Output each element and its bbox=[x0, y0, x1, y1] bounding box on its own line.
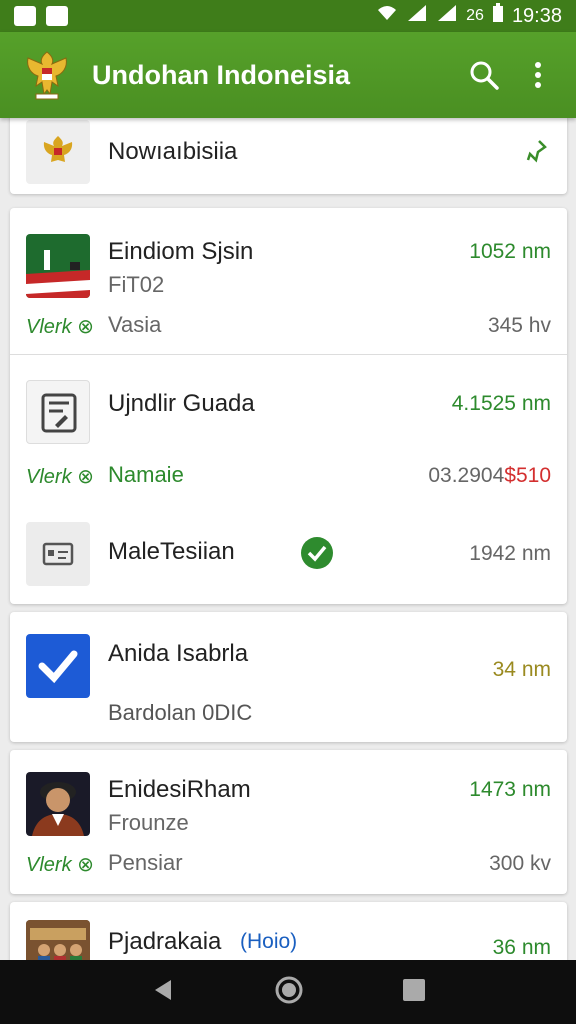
item-title: EnidesiRham bbox=[108, 776, 251, 803]
item-title: Ujndlir Guada bbox=[108, 390, 255, 417]
document-icon bbox=[41, 393, 77, 433]
checkbox-thumbnail[interactable] bbox=[26, 634, 90, 698]
distance-value: 36 nm bbox=[492, 936, 551, 959]
signal-icon-2 bbox=[436, 4, 458, 28]
recents-button[interactable] bbox=[401, 977, 427, 1008]
group-photo-thumbnail bbox=[26, 920, 90, 960]
secondary-value: 300 kv bbox=[489, 852, 551, 875]
home-button[interactable] bbox=[274, 975, 304, 1010]
home-icon bbox=[275, 976, 303, 1003]
app-title: Undohan Indoneisia bbox=[92, 59, 351, 90]
overflow-menu-button[interactable] bbox=[518, 55, 558, 95]
flag-photo-thumbnail bbox=[26, 234, 90, 298]
list-card[interactable]: Eindiom Sjsin FiT02 Vlerk ⊗ Vasia 1052 n… bbox=[10, 208, 567, 604]
price-amount: 03.2904 bbox=[428, 464, 505, 487]
document-icon-thumbnail bbox=[26, 380, 90, 444]
emblem-thumbnail bbox=[26, 120, 90, 184]
status-bar: 26 19:38 bbox=[0, 0, 576, 32]
signal-icon bbox=[406, 4, 428, 28]
app-bar: Undohan Indoneisia bbox=[0, 32, 576, 118]
item-subtitle: Frounze bbox=[108, 810, 189, 835]
item-title: Eindiom Sjsin bbox=[108, 238, 254, 265]
content-list[interactable]: Nowıaıbisiia Eindiom Sjsin FiT02 Vlerk ⊗… bbox=[0, 118, 576, 960]
list-card[interactable]: Pjadrakaia (Hoio) 36 nm bbox=[10, 902, 567, 960]
item-label: Vasia bbox=[108, 312, 162, 337]
item-label: Pensiar bbox=[108, 850, 183, 875]
battery-icon bbox=[492, 3, 504, 29]
pin-icon[interactable] bbox=[525, 138, 549, 169]
divider bbox=[10, 354, 567, 355]
check-circle-icon bbox=[300, 536, 334, 575]
list-card[interactable]: EnidesiRham Frounze Vlerk ⊗ Pensiar 1473… bbox=[10, 750, 567, 894]
item-subtitle: Bardolan 0DIC bbox=[108, 700, 253, 725]
id-card-icon-thumbnail bbox=[26, 522, 90, 586]
recents-icon bbox=[403, 978, 426, 1001]
list-card[interactable]: Anida Isabrla Bardolan 0DIC 34 nm bbox=[10, 612, 567, 742]
item-badge: (Hoio) bbox=[240, 930, 298, 953]
battery-percent: 26 bbox=[466, 7, 484, 24]
item-title: Nowıaıbisiia bbox=[108, 138, 238, 165]
person-photo-thumbnail bbox=[26, 772, 90, 836]
app-notification-icon bbox=[46, 6, 68, 26]
system-navigation-bar bbox=[0, 960, 576, 1024]
more-vert-icon bbox=[535, 62, 541, 88]
list-card[interactable]: Nowıaıbisiia bbox=[10, 118, 567, 194]
distance-value: 1942 nm bbox=[469, 542, 551, 565]
price-currency: $510 bbox=[504, 464, 551, 487]
item-title: MaleTesiian bbox=[108, 538, 235, 565]
distance-value: 4.1525 nm bbox=[451, 392, 551, 415]
wifi-icon bbox=[376, 4, 398, 28]
gallery-notification-icon bbox=[14, 6, 36, 26]
check-icon bbox=[38, 650, 78, 684]
view-link[interactable]: Vlerk ⊗ bbox=[26, 464, 94, 489]
back-icon bbox=[154, 979, 171, 1000]
back-button[interactable] bbox=[149, 976, 177, 1009]
item-title: Anida Isabrla bbox=[108, 640, 249, 667]
distance-value: 1473 nm bbox=[469, 778, 551, 801]
search-icon bbox=[470, 61, 499, 90]
price-value: 03.2904$510 bbox=[428, 464, 551, 488]
distance-value: 1052 nm bbox=[469, 240, 551, 263]
secondary-value: 345 hv bbox=[487, 314, 551, 337]
item-label: Namaie bbox=[108, 462, 184, 487]
notification-icons bbox=[14, 6, 68, 26]
id-card-icon bbox=[42, 542, 74, 566]
search-button[interactable] bbox=[464, 55, 504, 95]
distance-value: 34 nm bbox=[492, 658, 551, 681]
item-title: Pjadrakaia bbox=[108, 928, 222, 955]
view-link[interactable]: Vlerk ⊗ bbox=[26, 314, 94, 339]
clock: 19:38 bbox=[511, 4, 562, 27]
view-link[interactable]: Vlerk ⊗ bbox=[26, 852, 94, 877]
garuda-logo-icon bbox=[18, 46, 76, 104]
item-subtitle: FiT02 bbox=[108, 272, 165, 297]
